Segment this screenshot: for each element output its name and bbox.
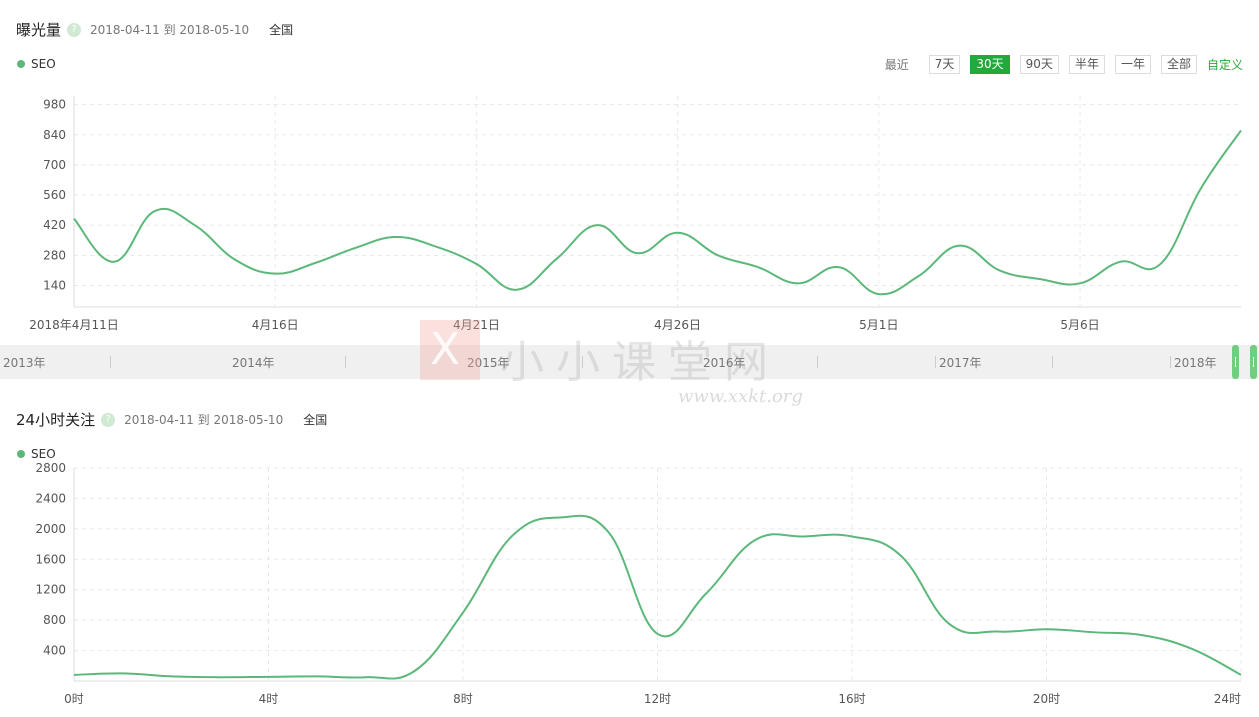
y-tick-label: 2000 (35, 522, 66, 536)
y-tick-label: 420 (43, 218, 66, 232)
exposure-line-chart: 140 280 420 560 700 840 980 2018年4月11日 4月16日 4月21… (29, 96, 1242, 332)
time-range-slider[interactable]: 2013年 2014年 2015年 2016年 2017年 2018年 (0, 345, 1259, 379)
y-tick-label: 2400 (35, 491, 66, 505)
y-tick-label: 140 (43, 278, 66, 292)
slider-year-label: 2014年 (232, 356, 275, 370)
y-tick-label: 280 (43, 248, 66, 262)
x-tick-label: 12时 (644, 692, 671, 706)
x-tick-label: 5月6日 (1060, 318, 1099, 332)
24h-attention-line-chart: 400 800 1200 1600 2000 2400 2800 0时 4时 8时 12时 16时 20… (35, 461, 1242, 706)
slider-year-label: 2016年 (703, 356, 746, 370)
x-tick-label: 24时 (1214, 692, 1241, 706)
x-tick-label: 4月26日 (654, 318, 701, 332)
slider-right-handle[interactable] (1250, 345, 1257, 379)
x-tick-label: 2018年4月11日 (29, 318, 118, 332)
slider-left-handle[interactable] (1232, 345, 1239, 379)
slider-divider (110, 356, 111, 368)
slider-divider (817, 356, 818, 368)
slider-divider (935, 356, 936, 368)
slider-divider (582, 356, 583, 368)
x-tick-label: 8时 (453, 692, 473, 706)
y-tick-label: 700 (43, 158, 66, 172)
slider-divider (1170, 356, 1171, 368)
x-tick-label: 0时 (64, 692, 84, 706)
x-tick-label: 4时 (259, 692, 279, 706)
slider-year-label: 2018年 (1174, 356, 1217, 370)
y-tick-label: 1600 (35, 552, 66, 566)
slider-year-label: 2017年 (939, 356, 982, 370)
y-tick-label: 980 (43, 98, 66, 112)
y-tick-label: 560 (43, 188, 66, 202)
y-tick-label: 2800 (35, 461, 66, 475)
y-tick-label: 800 (43, 613, 66, 627)
slider-divider (1052, 356, 1053, 368)
slider-year-label: 2015年 (467, 356, 510, 370)
y-tick-label: 1200 (35, 583, 66, 597)
x-tick-label: 4月16日 (252, 318, 299, 332)
x-tick-label: 16时 (838, 692, 865, 706)
series-line-seo (73, 129, 1242, 296)
x-tick-label: 20时 (1033, 692, 1060, 706)
y-tick-label: 400 (43, 644, 66, 658)
x-tick-label: 4月21日 (453, 318, 500, 332)
slider-year-label: 2013年 (3, 356, 46, 370)
x-tick-label: 5月1日 (859, 318, 898, 332)
slider-divider (345, 356, 346, 368)
y-tick-label: 840 (43, 128, 66, 142)
